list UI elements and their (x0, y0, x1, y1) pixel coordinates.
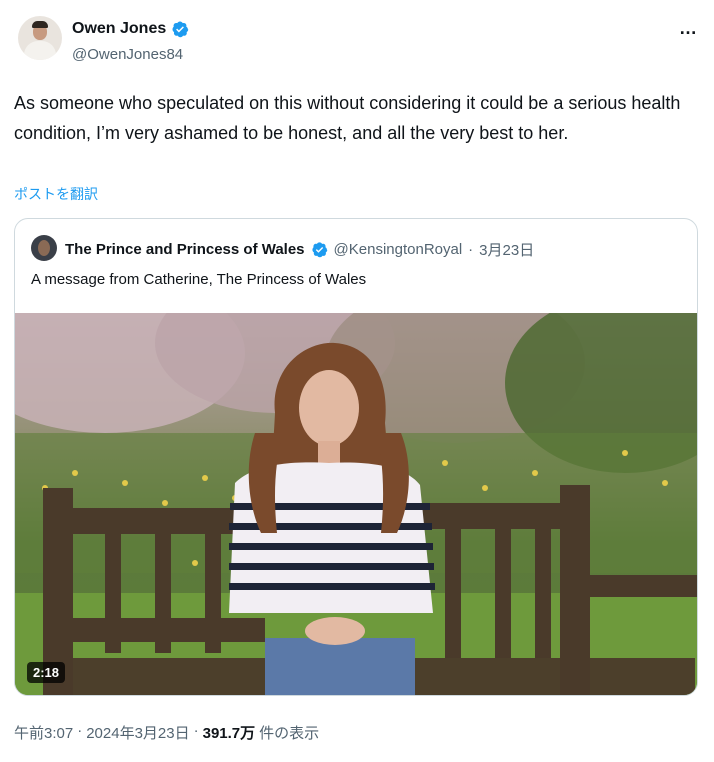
post-date[interactable]: 2024年3月23日 (86, 722, 189, 743)
verified-badge-icon (172, 21, 189, 38)
quoted-author-avatar[interactable] (31, 235, 57, 261)
video-player[interactable]: 2:18 (15, 313, 697, 695)
tweet-card: Owen Jones @OwenJones84 … As someone who… (0, 0, 714, 762)
quoted-date[interactable]: 3月23日 (479, 239, 534, 260)
quoted-display-name[interactable]: The Prince and Princess of Wales (65, 241, 305, 258)
quoted-handle[interactable]: @KensingtonRoyal (334, 241, 463, 258)
separator-dot: · (193, 722, 199, 739)
author-avatar[interactable] (18, 16, 62, 60)
author-display-name[interactable]: Owen Jones (72, 20, 166, 38)
more-options-icon[interactable]: … (679, 18, 698, 39)
views-label: 件の表示 (259, 725, 320, 742)
verified-badge-icon (311, 242, 327, 258)
separator-dot: · (468, 241, 474, 258)
author-name-row: Owen Jones (72, 20, 189, 38)
translate-post-link[interactable]: ポストを翻訳 (14, 184, 98, 204)
video-frame-image (15, 313, 697, 695)
views-count: 391.7万 (202, 725, 256, 742)
author-handle[interactable]: @OwenJones84 (72, 46, 183, 63)
tweet-text: As someone who speculated on this withou… (14, 93, 681, 143)
quoted-post[interactable]: The Prince and Princess of Wales @Kensin… (14, 218, 698, 696)
post-meta: 午前3:07 · 2024年3月23日 · 391.7万 件の表示 (14, 722, 319, 743)
post-time[interactable]: 午前3:07 (14, 722, 73, 743)
video-duration-badge: 2:18 (27, 662, 66, 683)
quoted-header: The Prince and Princess of Wales @Kensin… (65, 239, 534, 260)
quoted-text: A message from Catherine, The Princess o… (31, 271, 367, 288)
separator-dot: · (77, 722, 83, 739)
